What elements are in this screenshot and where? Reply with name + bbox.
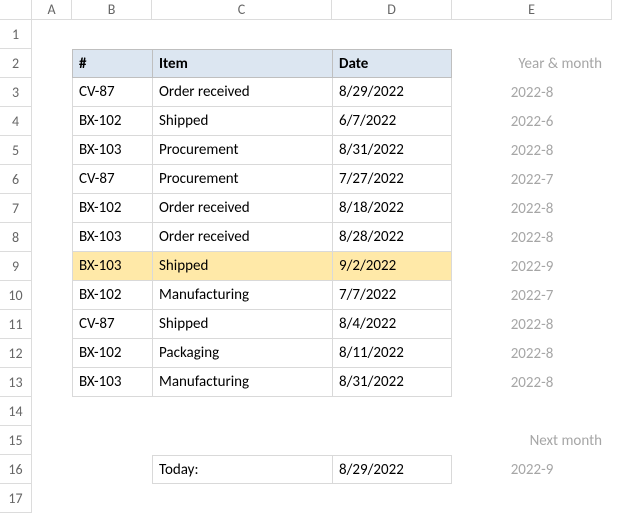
row-header-10[interactable]: 10 [0,281,32,310]
row-header-14[interactable]: 14 [0,397,32,426]
row-header-8[interactable]: 8 [0,223,32,252]
table-row-num[interactable]: BX-103 [72,368,152,397]
table-row-year-month: 2022-8 [452,223,612,252]
table-row-item[interactable]: Order received [152,223,332,252]
table-row-date[interactable]: 8/31/2022 [332,136,452,165]
row-header-3[interactable]: 3 [0,78,32,107]
table-row-year-month: 2022-8 [452,78,612,107]
table-row-num[interactable]: BX-103 [72,223,152,252]
row-header-2[interactable]: 2 [0,49,32,78]
table-header-item[interactable]: Item [152,49,332,78]
row-header-12[interactable]: 12 [0,339,32,368]
table-row-year-month: 2022-7 [452,165,612,194]
col-header-A[interactable]: A [32,0,72,20]
table-row-num[interactable]: BX-103 [72,136,152,165]
row-header-7[interactable]: 7 [0,194,32,223]
table-row-date[interactable]: 7/7/2022 [332,281,452,310]
table-row-item[interactable]: Order received [152,78,332,107]
table-row-date[interactable]: 8/29/2022 [332,78,452,107]
row-header-16[interactable]: 16 [0,455,32,484]
table-row-num[interactable]: BX-102 [72,194,152,223]
col-header-C[interactable]: C [152,0,332,20]
table-row-item[interactable]: Procurement [152,136,332,165]
row-header-4[interactable]: 4 [0,107,32,136]
table-row-year-month: 2022-8 [452,368,612,397]
table-row-item[interactable]: Shipped [152,252,332,281]
table-row-date[interactable]: 8/18/2022 [332,194,452,223]
table-row-num[interactable]: CV-87 [72,165,152,194]
table-row-date[interactable]: 8/11/2022 [332,339,452,368]
table-row-date[interactable]: 9/2/2022 [332,252,452,281]
row-header-6[interactable]: 6 [0,165,32,194]
table-row-item[interactable]: Packaging [152,339,332,368]
table-row-year-month: 2022-8 [452,136,612,165]
row-header-5[interactable]: 5 [0,136,32,165]
aux-header-year-month: Year & month [452,49,612,78]
col-header-E[interactable]: E [452,0,612,20]
table-row-num[interactable]: BX-102 [72,107,152,136]
table-row-num[interactable]: BX-103 [72,252,152,281]
col-header-D[interactable]: D [332,0,452,20]
today-label[interactable]: Today: [152,455,332,484]
table-row-date[interactable]: 8/28/2022 [332,223,452,252]
table-row-date[interactable]: 8/4/2022 [332,310,452,339]
table-header-num[interactable]: # [72,49,152,78]
table-row-date[interactable]: 6/7/2022 [332,107,452,136]
table-row-year-month: 2022-7 [452,281,612,310]
row-header-1[interactable]: 1 [0,20,32,49]
table-row-num[interactable]: BX-102 [72,339,152,368]
row-header-17[interactable]: 17 [0,484,32,513]
next-month-value: 2022-9 [452,455,612,484]
table-row-item[interactable]: Manufacturing [152,368,332,397]
table-row-num[interactable]: BX-102 [72,281,152,310]
table-row-item[interactable]: Procurement [152,165,332,194]
table-header-date[interactable]: Date [332,49,452,78]
row-header-11[interactable]: 11 [0,310,32,339]
col-header-B[interactable]: B [72,0,152,20]
table-row-num[interactable]: CV-87 [72,310,152,339]
select-all-corner[interactable] [0,0,32,20]
table-row-item[interactable]: Manufacturing [152,281,332,310]
row-header-15[interactable]: 15 [0,426,32,455]
table-row-year-month: 2022-8 [452,310,612,339]
next-month-label: Next month [452,426,612,455]
table-row-num[interactable]: CV-87 [72,78,152,107]
table-row-item[interactable]: Shipped [152,310,332,339]
today-value[interactable]: 8/29/2022 [332,455,452,484]
table-row-year-month: 2022-9 [452,252,612,281]
table-row-item[interactable]: Shipped [152,107,332,136]
row-header-9[interactable]: 9 [0,252,32,281]
spreadsheet-grid[interactable]: ABCDE1234567891011121314151617#ItemDateY… [0,0,622,519]
row-header-13[interactable]: 13 [0,368,32,397]
table-row-item[interactable]: Order received [152,194,332,223]
table-row-date[interactable]: 7/27/2022 [332,165,452,194]
table-row-year-month: 2022-8 [452,194,612,223]
table-row-date[interactable]: 8/31/2022 [332,368,452,397]
table-row-year-month: 2022-8 [452,339,612,368]
table-row-year-month: 2022-6 [452,107,612,136]
